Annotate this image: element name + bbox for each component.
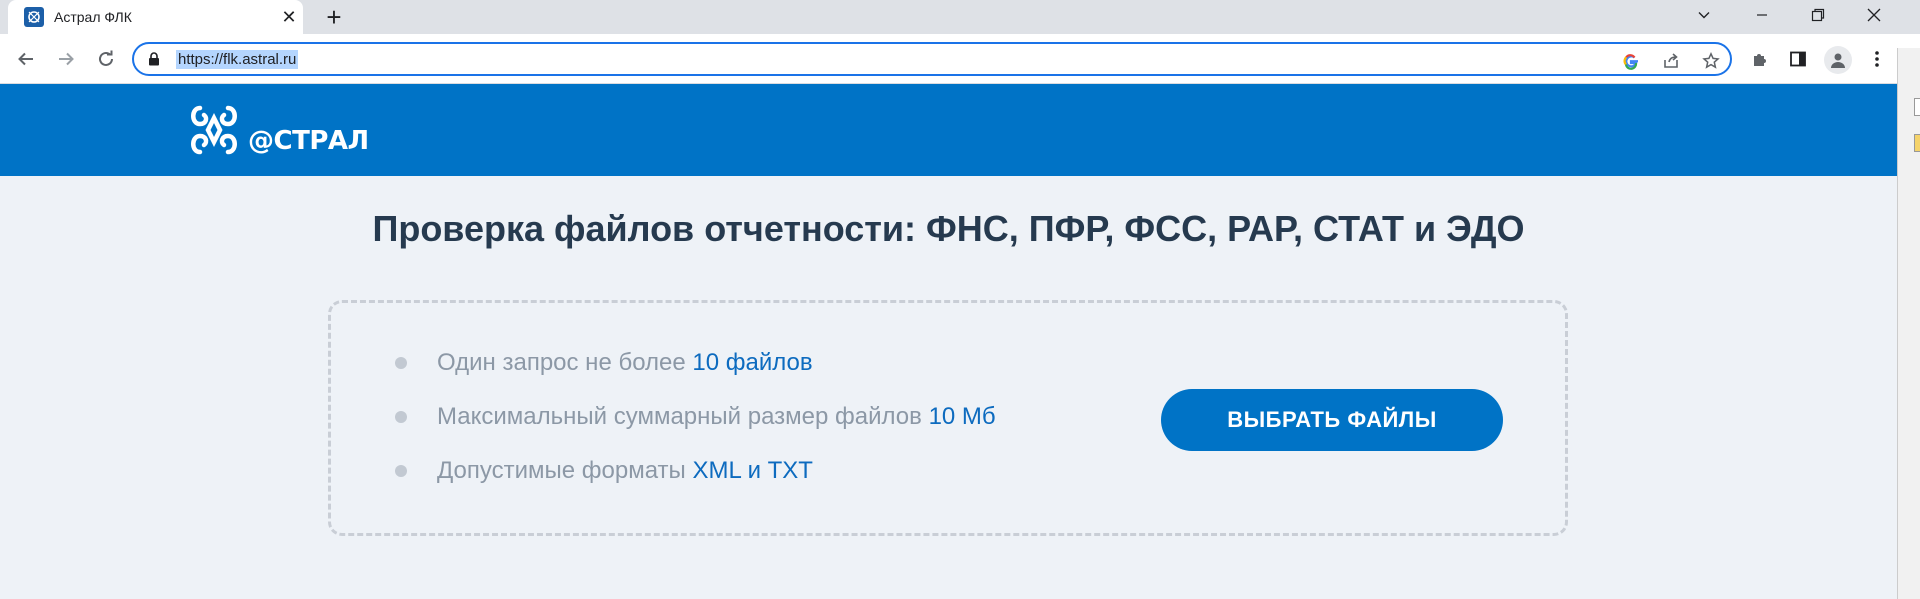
lock-icon [149,52,159,66]
bookmark-button[interactable] [1700,50,1722,72]
side-panel-marker [1914,98,1920,116]
extensions-button[interactable] [1746,45,1774,73]
rule-label: Максимальный суммарный размер файлов [437,403,929,430]
chevron-down-icon [1698,12,1710,19]
rule-highlight: 10 файлов [692,349,813,376]
share-icon [1664,53,1678,68]
site-header: @СТРАЛ [0,84,1897,176]
rule-text: Максимальный суммарный размер файлов 10 … [437,403,996,431]
share-button[interactable] [1660,50,1682,72]
bullet-icon [395,357,407,369]
tab-strip: Астрал ФЛК ✕ + [0,0,1920,34]
rule-highlight: 10 Мб [928,403,996,430]
rule-text: Допустимые форматы XML и TXT [437,457,813,485]
close-window-button[interactable] [1846,0,1902,30]
reload-button[interactable] [92,45,120,73]
minimize-button[interactable] [1734,0,1790,30]
rule-label: Допустимые форматы [437,457,693,484]
google-translate-icon[interactable] [1620,50,1642,72]
arrow-right-icon [59,52,74,66]
select-files-button[interactable]: ВЫБРАТЬ ФАЙЛЫ [1161,389,1503,451]
google-g-icon [1623,54,1638,70]
rule-label: Один запрос не более [437,349,693,376]
reload-icon [99,50,113,66]
avatar-icon [1831,53,1845,68]
browser-tab[interactable]: Астрал ФЛК ✕ [8,0,303,34]
puzzle-icon [1754,54,1766,66]
arrow-left-icon [18,52,33,66]
rule-text: Один запрос не более 10 файлов [437,349,813,377]
upload-rule: Допустимые форматы XML и TXT [331,455,1131,487]
tab-search-button[interactable] [1676,0,1732,30]
more-vertical-icon [1875,51,1879,67]
file-drop-zone[interactable]: Один запрос не более 10 файлов Максималь… [328,300,1568,536]
minimize-icon [1757,14,1767,16]
upload-rule: Один запрос не более 10 файлов [331,347,1131,379]
star-icon [1702,52,1720,69]
astral-favicon-icon [24,7,44,27]
profile-button[interactable] [1824,46,1852,74]
restore-icon [1811,8,1825,22]
page-title: Проверка файлов отчетности: ФНС, ПФР, ФС… [372,208,1525,249]
side-panel-icon [1790,51,1806,67]
restore-button[interactable] [1790,0,1846,30]
astral-emblem-icon [191,105,237,155]
side-panel-button[interactable] [1784,45,1812,73]
upload-rule: Максимальный суммарный размер файлов 10 … [331,401,1131,433]
close-icon [1867,8,1881,22]
back-button[interactable] [12,45,40,73]
address-bar[interactable]: https://flk.astral.ru [132,42,1732,76]
browser-menu-button[interactable] [1863,45,1891,73]
rule-highlight: XML и TXT [692,457,813,484]
url-text[interactable]: https://flk.astral.ru [176,50,299,69]
tab-close-icon[interactable]: ✕ [278,6,300,28]
tab-title: Астрал ФЛК [54,9,132,25]
side-panel-marker [1914,134,1920,152]
new-tab-button[interactable]: + [320,2,348,32]
astral-logo[interactable]: @СТРАЛ [188,104,369,156]
side-panel-edge [1897,48,1920,599]
logo-text: @СТРАЛ [248,126,369,156]
forward-button[interactable] [52,45,80,73]
browser-toolbar: https://flk.astral.ru [0,34,1920,84]
bullet-icon [395,465,407,477]
bullet-icon [395,411,407,423]
